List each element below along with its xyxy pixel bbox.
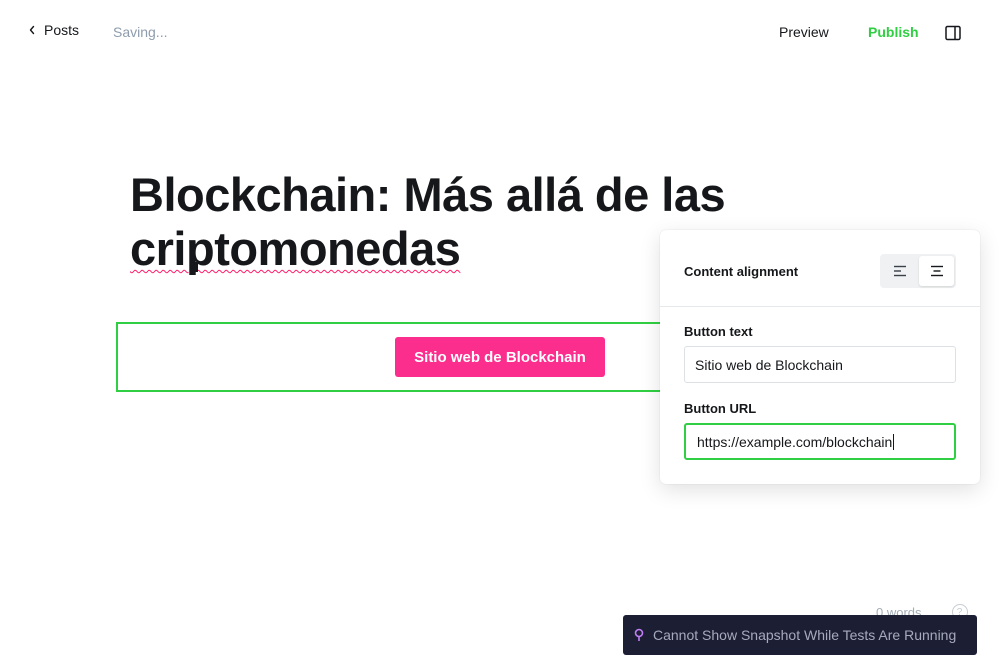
- button-text-value: Sitio web de Blockchain: [695, 356, 843, 373]
- button-url-label: Button URL: [684, 401, 757, 416]
- map-pin-icon: [634, 628, 644, 641]
- button-text-label: Button text: [684, 324, 753, 339]
- button-url-value: https://example.com/blockchain: [697, 433, 893, 450]
- button-settings-panel: Content alignment Button text Sitio web …: [660, 230, 980, 484]
- back-to-posts-link[interactable]: Posts: [28, 22, 79, 38]
- editor-page: Posts Saving... Preview Publish Blockcha…: [0, 0, 1000, 660]
- button-text-input[interactable]: Sitio web de Blockchain: [684, 346, 956, 383]
- back-link-label: Posts: [44, 22, 80, 38]
- content-alignment-row: Content alignment: [660, 230, 980, 307]
- post-title-line-1: Blockchain: Más allá de las: [130, 168, 726, 221]
- chevron-left-icon: [29, 25, 35, 35]
- snapshot-banner-message: Cannot Show Snapshot While Tests Are Run…: [653, 627, 957, 643]
- align-center-icon: [930, 265, 943, 277]
- input-caret: [893, 433, 895, 450]
- cta-button[interactable]: Sitio web de Blockchain: [395, 337, 605, 377]
- align-center-button[interactable]: [919, 256, 954, 286]
- publish-button[interactable]: Publish: [868, 24, 919, 40]
- content-alignment-label: Content alignment: [684, 264, 799, 279]
- preview-button[interactable]: Preview: [779, 24, 829, 40]
- alignment-toggle: [880, 254, 956, 288]
- align-left-button[interactable]: [882, 256, 917, 286]
- text-cursor: [192, 262, 198, 272]
- snapshot-banner: Cannot Show Snapshot While Tests Are Run…: [623, 615, 977, 655]
- button-url-input[interactable]: https://example.com/blockchain: [684, 423, 956, 460]
- sidebar-toggle-icon[interactable]: [944, 24, 962, 42]
- editor-topbar: Posts Saving... Preview Publish: [0, 0, 1000, 64]
- save-status: Saving...: [113, 24, 168, 40]
- align-left-icon: [893, 265, 906, 277]
